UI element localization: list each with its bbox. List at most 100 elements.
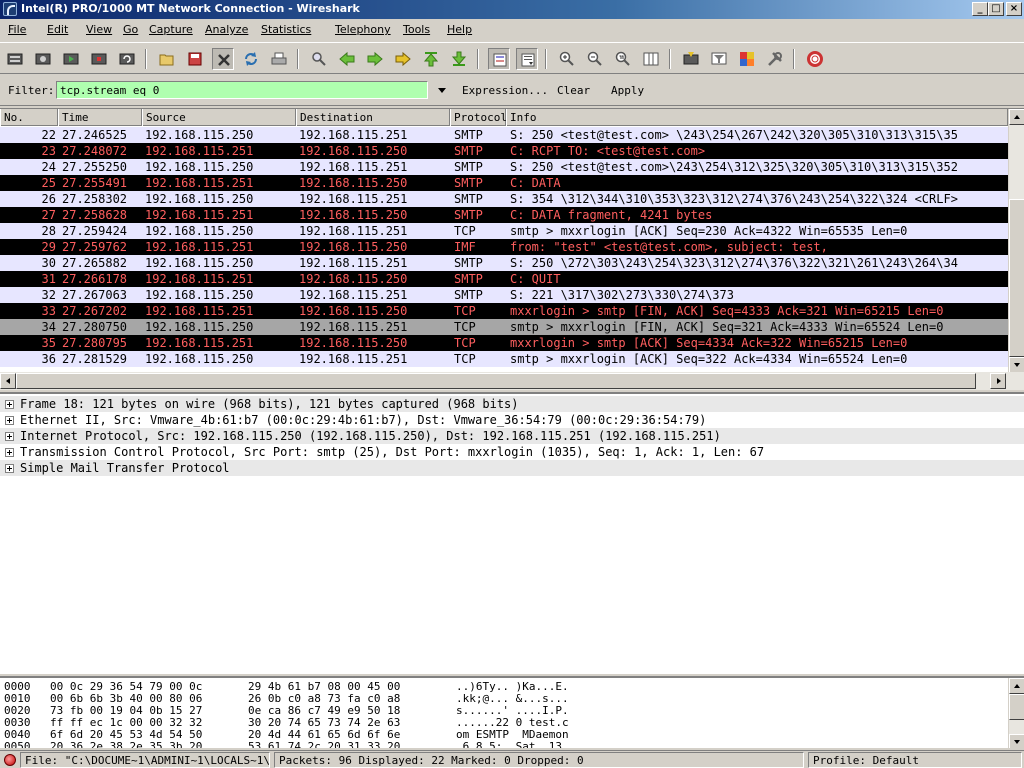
menu-go[interactable]: Go (123, 23, 138, 36)
go-first-button[interactable] (420, 48, 442, 70)
vertical-scroll-thumb[interactable] (1009, 199, 1024, 357)
column-header-protocol[interactable]: Protocol (450, 109, 507, 126)
scroll-down-arrow-icon[interactable] (1009, 734, 1024, 748)
colorize-button[interactable] (488, 48, 510, 70)
scroll-right-arrow-icon[interactable] (990, 373, 1006, 389)
go-last-button[interactable] (448, 48, 470, 70)
packet-row[interactable]: 35 27.280795 192.168.115.251 192.168.115.25… (0, 335, 1008, 351)
packet-row[interactable]: 24 27.255250 192.168.115.250 192.168.115.25… (0, 159, 1008, 175)
filter-history-dropdown[interactable] (436, 82, 448, 98)
menu-file[interactable]: File (8, 23, 26, 36)
packet-cell-no: 26 (41, 192, 56, 206)
column-header-info[interactable]: Info (506, 109, 1008, 126)
packet-row[interactable]: 29 27.259762 192.168.115.251 192.168.115.25… (0, 239, 1008, 255)
go-back-button[interactable] (336, 48, 358, 70)
column-header-time[interactable]: Time (58, 109, 142, 126)
go-to-packet-button[interactable] (392, 48, 414, 70)
save-file-button[interactable] (184, 48, 206, 70)
menu-telephony[interactable]: Telephony (335, 23, 391, 36)
horizontal-scroll-thumb[interactable] (16, 373, 976, 389)
apply-filter-button[interactable]: Apply (611, 84, 644, 97)
preferences-icon (768, 52, 782, 66)
zoom-out-button[interactable] (584, 48, 606, 70)
hex-row[interactable]: 0040 6f 6d 20 45 53 4d 54 50 20 4d 44 61 6… (0, 728, 1000, 741)
bytes-vertical-scrollbar[interactable] (1008, 678, 1024, 748)
packet-row[interactable]: 34 27.280750 192.168.115.250 192.168.115.25… (0, 319, 1008, 335)
hex-row[interactable]: 0010 00 6b 6b 3b 40 00 80 06 26 0b c0 a8 7… (0, 692, 1000, 705)
packet-list-header: No. Time Source Destination Protocol Inf… (0, 109, 1008, 126)
interface-list-button[interactable] (4, 48, 26, 70)
preferences-button[interactable] (764, 48, 786, 70)
column-header-destination[interactable]: Destination (296, 109, 450, 126)
hex-row[interactable]: 0050 20 36 2e 38 2e 35 3b 20 53 61 74 2c 2… (0, 740, 1000, 748)
display-filters-button[interactable] (708, 48, 730, 70)
scroll-left-arrow-icon[interactable] (0, 373, 16, 389)
menu-edit[interactable]: Edit (47, 23, 68, 36)
packet-list-horizontal-scrollbar[interactable] (0, 372, 1024, 390)
status-profile[interactable]: Profile: Default (808, 752, 1022, 768)
detail-row-frame[interactable]: Frame 18: 121 bytes on wire (968 bits), … (0, 396, 1024, 412)
packet-row[interactable]: 36 27.281529 192.168.115.250 192.168.115.25… (0, 351, 1008, 367)
packet-row[interactable]: 22 27.246525 192.168.115.250 192.168.115.25… (0, 127, 1008, 143)
capture-filters-button[interactable] (680, 48, 702, 70)
help-button[interactable] (804, 48, 826, 70)
print-button[interactable] (268, 48, 290, 70)
maximize-button[interactable]: □ (988, 2, 1004, 16)
bytes-scroll-thumb[interactable] (1009, 694, 1024, 720)
packet-list-vertical-scrollbar[interactable] (1008, 109, 1024, 372)
find-packet-button[interactable] (308, 48, 330, 70)
menu-help[interactable]: Help (447, 23, 472, 36)
detail-row-ip[interactable]: Internet Protocol, Src: 192.168.115.250 … (0, 428, 1024, 444)
packet-row[interactable]: 27 27.258628 192.168.115.251 192.168.115.25… (0, 207, 1008, 223)
packet-row[interactable]: 28 27.259424 192.168.115.250 192.168.115.25… (0, 223, 1008, 239)
coloring-rules-button[interactable] (736, 48, 758, 70)
stop-capture-button[interactable] (88, 48, 110, 70)
reload-button[interactable] (240, 48, 262, 70)
menu-tools[interactable]: Tools (403, 23, 430, 36)
close-window-button[interactable]: × (1006, 2, 1022, 16)
packet-row[interactable]: 32 27.267063 192.168.115.250 192.168.115.25… (0, 287, 1008, 303)
detail-row-tcp[interactable]: Transmission Control Protocol, Src Port:… (0, 444, 1024, 460)
hex-row[interactable]: 0020 73 fb 00 19 04 0b 15 27 0e ca 86 c7 4… (0, 704, 1000, 717)
title-bar[interactable]: Intel(R) PRO/1000 MT Network Connection … (0, 0, 1024, 19)
minimize-button[interactable]: _ (972, 2, 988, 16)
normal-size-button[interactable] (612, 48, 634, 70)
column-header-no[interactable]: No. (0, 109, 58, 126)
packet-row[interactable]: 25 27.255491 192.168.115.251 192.168.115.25… (0, 175, 1008, 191)
packet-row[interactable]: 23 27.248072 192.168.115.251 192.168.115.25… (0, 143, 1008, 159)
zoom-in-button[interactable] (556, 48, 578, 70)
expand-plus-icon[interactable] (5, 400, 14, 409)
resize-columns-button[interactable] (640, 48, 662, 70)
menu-analyze[interactable]: Analyze (205, 23, 248, 36)
start-capture-button[interactable] (60, 48, 82, 70)
packet-row[interactable]: 26 27.258302 192.168.115.250 192.168.115.25… (0, 191, 1008, 207)
clear-filter-button[interactable]: Clear (557, 84, 590, 97)
column-header-source[interactable]: Source (142, 109, 296, 126)
packet-row[interactable]: 31 27.266178 192.168.115.251 192.168.115.25… (0, 271, 1008, 287)
scroll-up-arrow-icon[interactable] (1009, 109, 1024, 125)
hex-row[interactable]: 0030 ff ff ec 1c 00 00 32 32 30 20 74 65 7… (0, 716, 1000, 729)
expand-plus-icon[interactable] (5, 416, 14, 425)
menu-view[interactable]: View (86, 23, 112, 36)
packet-row[interactable]: 30 27.265882 192.168.115.250 192.168.115.25… (0, 255, 1008, 271)
expand-plus-icon[interactable] (5, 464, 14, 473)
expand-plus-icon[interactable] (5, 432, 14, 441)
hex-row[interactable]: 0000 00 0c 29 36 54 79 00 0c 29 4b 61 b7 0… (0, 680, 1000, 693)
menu-capture[interactable]: Capture (149, 23, 193, 36)
close-file-button[interactable] (212, 48, 234, 70)
expand-plus-icon[interactable] (5, 448, 14, 457)
open-file-button[interactable] (156, 48, 178, 70)
detail-row-smtp[interactable]: Simple Mail Transfer Protocol (0, 460, 1024, 476)
scroll-up-arrow-icon[interactable] (1009, 678, 1024, 694)
display-filter-input[interactable] (56, 81, 428, 99)
go-forward-button[interactable] (364, 48, 386, 70)
restart-capture-button[interactable] (116, 48, 138, 70)
packet-row[interactable]: 33 27.267202 192.168.115.251 192.168.115.25… (0, 303, 1008, 319)
menu-statistics[interactable]: Statistics (261, 23, 311, 36)
scroll-down-arrow-icon[interactable] (1009, 357, 1024, 372)
detail-row-ethernet[interactable]: Ethernet II, Src: Vmware_4b:61:b7 (00:0c… (0, 412, 1024, 428)
expert-info-led-icon[interactable] (4, 754, 16, 766)
expression-button[interactable]: Expression... (462, 84, 548, 97)
auto-scroll-button[interactable] (516, 48, 538, 70)
capture-options-button[interactable] (32, 48, 54, 70)
